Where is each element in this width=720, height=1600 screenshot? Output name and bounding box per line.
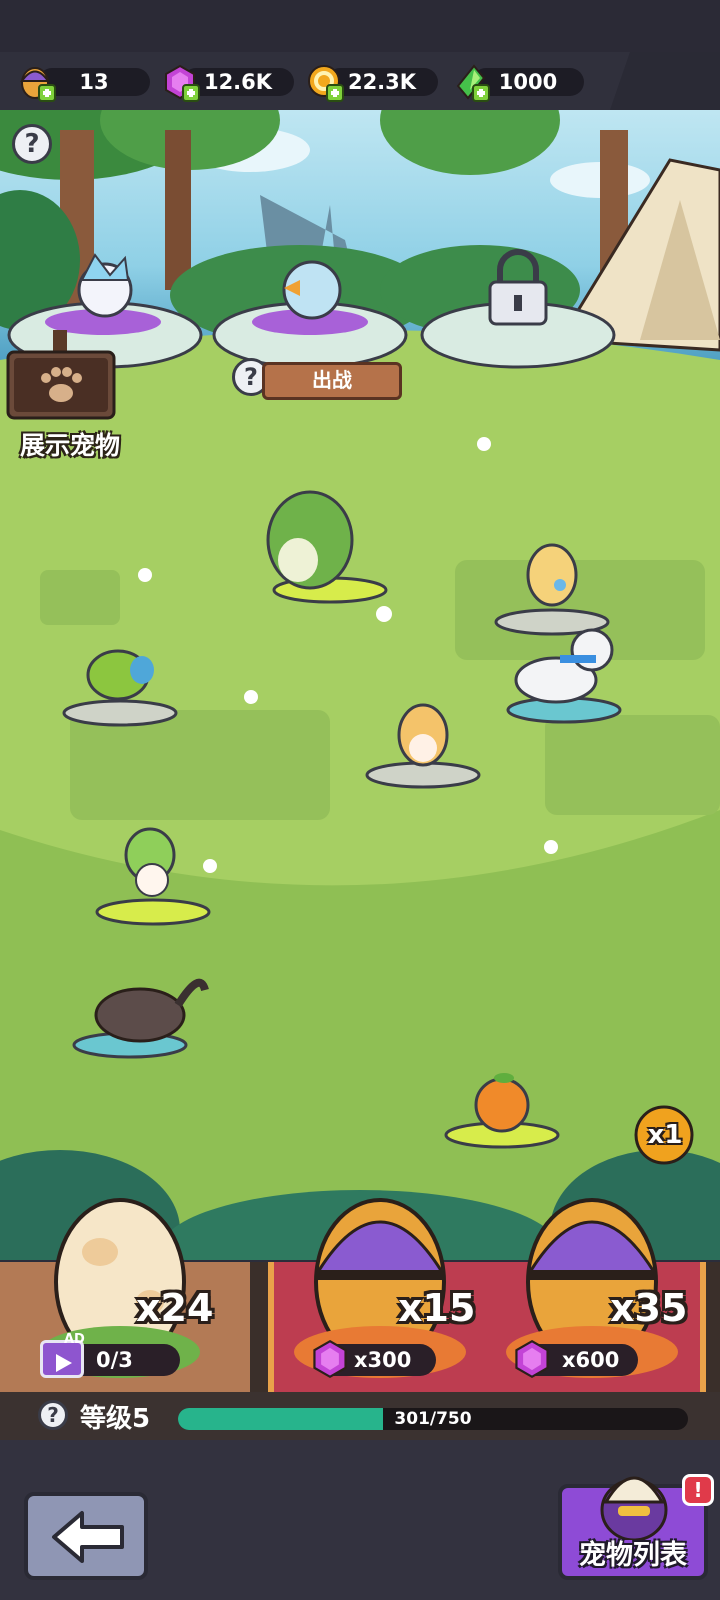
blue-bird-pet bbox=[282, 260, 342, 320]
chick-pet bbox=[526, 543, 578, 607]
ad-hatch-button[interactable]: AD 0/3 bbox=[40, 1332, 180, 1378]
purple-egg-count: x35 bbox=[610, 1286, 688, 1330]
pet-garden: ? 展示宠物 ? 出战 x1 bbox=[0, 110, 720, 1260]
notification-badge: ! bbox=[682, 1474, 714, 1506]
price-label: x300 bbox=[354, 1348, 412, 1372]
egg-currency[interactable]: 13 bbox=[18, 66, 150, 102]
add-coin-icon[interactable] bbox=[326, 84, 344, 102]
pet-list-button[interactable]: 宠物列表 ! bbox=[558, 1474, 714, 1580]
add-crystal-icon[interactable] bbox=[472, 84, 490, 102]
hooded-pet-icon bbox=[600, 1476, 668, 1540]
purple-gem-icon bbox=[515, 1339, 549, 1379]
frog-pet bbox=[266, 490, 354, 590]
buy-egg-300-button[interactable]: x300 bbox=[313, 1339, 436, 1379]
back-button[interactable] bbox=[24, 1492, 148, 1580]
garden-scenery bbox=[0, 110, 720, 1260]
purple-egg-count: x15 bbox=[398, 1286, 476, 1330]
currency-bar: 13 12.6K 22.3K 1000 bbox=[0, 52, 720, 110]
display-pets-label[interactable]: 展示宠物 bbox=[20, 426, 120, 462]
ad-label: AD bbox=[64, 1332, 85, 1347]
add-egg-icon[interactable] bbox=[38, 84, 56, 102]
crystal-currency[interactable]: 1000 bbox=[452, 64, 584, 102]
help-icon[interactable]: ? bbox=[12, 124, 52, 164]
gem-currency[interactable]: 12.6K bbox=[162, 64, 294, 102]
add-gem-icon[interactable] bbox=[182, 84, 200, 102]
level-row: ? 等级5 301/750 bbox=[0, 1392, 720, 1440]
back-arrow-icon bbox=[52, 1511, 124, 1563]
purple-gem-icon bbox=[313, 1339, 347, 1379]
onion-pet bbox=[397, 703, 449, 767]
status-strip bbox=[0, 0, 720, 52]
level-help-icon[interactable]: ? bbox=[38, 1400, 68, 1430]
coin-currency[interactable]: 22.3K bbox=[306, 65, 438, 102]
level-label: 等级5 bbox=[80, 1404, 151, 1434]
level-progress-bar: 301/750 bbox=[178, 1408, 688, 1430]
basic-egg-count: x24 bbox=[136, 1286, 214, 1330]
egg-shop: x24 x15 x35 AD 0/3 x300 x600 ? 等级5 301/7… bbox=[0, 1198, 720, 1440]
bottom-bar: 宠物列表 ! bbox=[0, 1440, 720, 1600]
battle-button[interactable]: 出战 bbox=[262, 362, 402, 400]
level-progress-text: 301/750 bbox=[394, 1409, 472, 1429]
pet-list-label: 宠物列表 bbox=[579, 1540, 687, 1571]
price-label: x600 bbox=[562, 1348, 620, 1372]
buy-egg-600-button[interactable]: x600 bbox=[515, 1339, 638, 1379]
ad-progress: 0/3 bbox=[96, 1348, 133, 1372]
